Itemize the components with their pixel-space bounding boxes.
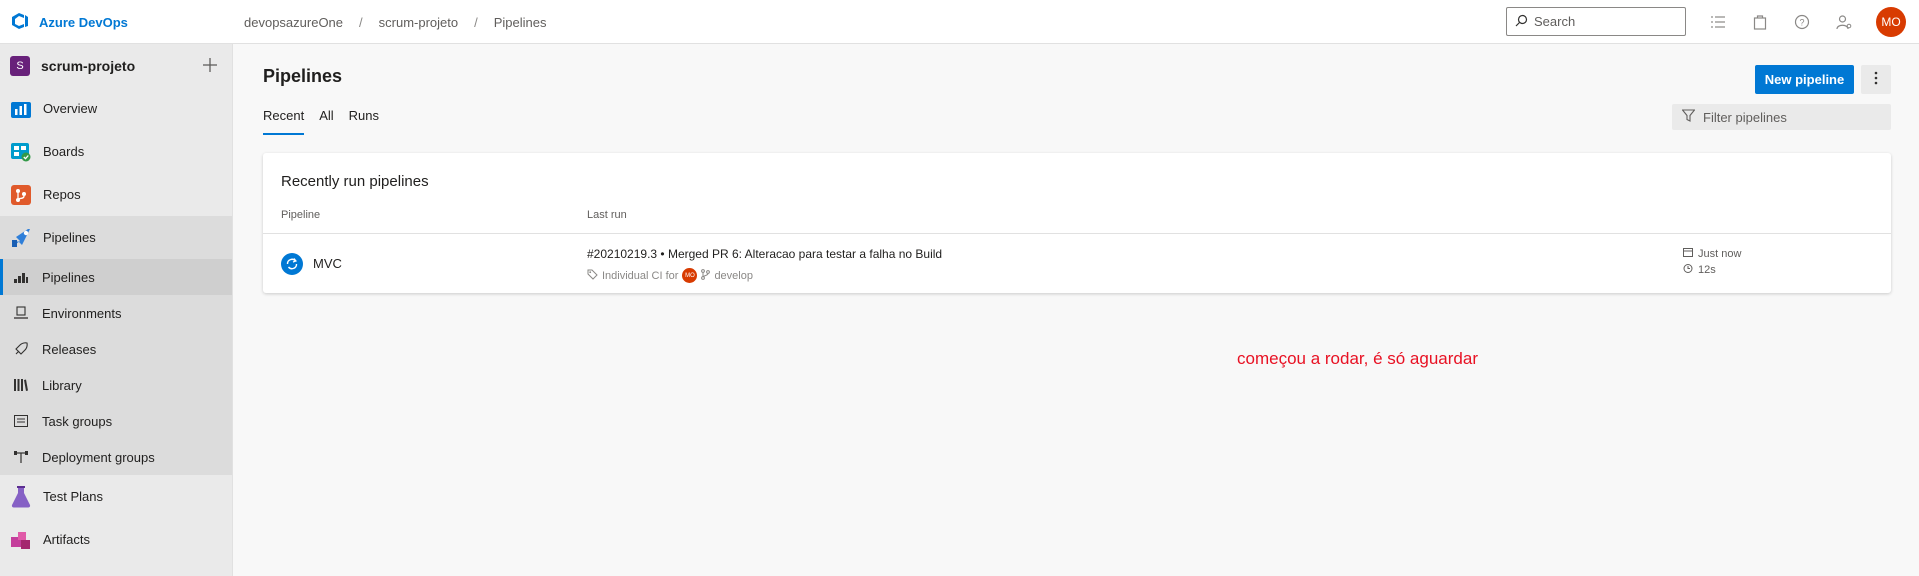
sidebar-subitem-pipelines[interactable]: Pipelines	[0, 259, 232, 295]
sidebar-item-pipelines[interactable]: Pipelines	[0, 216, 232, 259]
environments-icon	[13, 305, 29, 321]
sidebar-item-label: Test Plans	[43, 489, 103, 504]
more-actions-button[interactable]	[1861, 65, 1891, 94]
sidebar-item-artifacts[interactable]: Artifacts	[0, 518, 232, 561]
branch-name: develop	[714, 269, 753, 282]
project-name: scrum-projeto	[41, 57, 136, 74]
top-icons: ?	[1706, 0, 1856, 44]
azure-devops-logo-icon	[10, 11, 30, 34]
sidebar-subitem-environments[interactable]: Environments	[0, 295, 232, 331]
red-annotation-text: começou a rodar, é só aguardar	[1237, 349, 1478, 368]
test-plans-icon	[10, 485, 32, 508]
pipeline-running-icon	[281, 253, 303, 275]
filter-pipelines-input[interactable]: Filter pipelines	[1672, 104, 1891, 130]
deployment-groups-icon	[13, 449, 29, 465]
last-run-title[interactable]: #20210219.3 • Merged PR 6: Alteracao par…	[587, 247, 942, 261]
task-groups-icon	[13, 413, 29, 429]
sidebar-item-overview[interactable]: Overview	[0, 87, 232, 130]
sidebar-item-label: Repos	[43, 187, 81, 202]
overview-icon	[10, 98, 32, 120]
column-header-last-run: Last run	[587, 209, 627, 221]
sidebar-subitem-label: Deployment groups	[42, 449, 155, 465]
sidebar-item-repos[interactable]: Repos	[0, 173, 232, 216]
page-title: Pipelines	[263, 66, 343, 86]
trigger-text: Individual CI for	[602, 269, 679, 282]
sidebar-subitem-label: Releases	[42, 341, 97, 357]
breadcrumb: devopsazureOne / scrum-projeto / Pipelin…	[244, 0, 547, 44]
sidebar-subitem-task-groups[interactable]: Task groups	[0, 403, 232, 439]
breadcrumb-project[interactable]: scrum-projeto	[379, 15, 458, 30]
sidebar-subitem-label: Library	[42, 377, 82, 393]
more-vertical-icon	[1874, 71, 1878, 88]
pipeline-name[interactable]: MVC	[313, 256, 342, 271]
sidebar-item-label: Boards	[43, 144, 85, 159]
sidebar-item-label: Pipelines	[43, 230, 96, 245]
column-header-pipeline: Pipeline	[281, 209, 321, 221]
sidebar-item-boards[interactable]: Boards	[0, 130, 232, 173]
project-badge: S	[10, 55, 30, 76]
filter-icon	[1681, 109, 1696, 125]
user-settings-icon[interactable]	[1832, 10, 1856, 34]
svg-text:?: ?	[1799, 18, 1804, 28]
branch-icon	[701, 268, 711, 283]
brand-name: Azure DevOps	[39, 14, 128, 30]
pipelines-icon	[10, 227, 32, 249]
clock-icon	[1683, 263, 1693, 276]
breadcrumb-page[interactable]: Pipelines	[494, 15, 547, 30]
top-bar: Azure DevOps devopsazureOne / scrum-proj…	[0, 0, 1919, 44]
calendar-icon	[1683, 247, 1693, 260]
sidebar: S scrum-projeto Overview Boards Repos Pi…	[0, 44, 233, 576]
breadcrumb-organization[interactable]: devopsazureOne	[244, 15, 343, 30]
sidebar-subitem-library[interactable]: Library	[0, 367, 232, 403]
recent-pipelines-card: Recently run pipelines Pipeline Last run…	[263, 153, 1891, 293]
card-title: Recently run pipelines	[281, 173, 429, 190]
author-avatar: MO	[682, 268, 698, 283]
breadcrumb-separator: /	[359, 14, 363, 30]
sidebar-item-label: Overview	[43, 101, 98, 116]
run-when: Just now	[1698, 247, 1742, 260]
sidebar-item-test-plans[interactable]: Test Plans	[0, 475, 232, 518]
sidebar-subitem-label: Environments	[42, 305, 122, 321]
sidebar-group-pipelines: Pipelines Pipelines Environments Release…	[0, 216, 232, 475]
help-icon[interactable]: ?	[1790, 10, 1814, 34]
artifacts-icon	[10, 529, 32, 551]
task-list-icon[interactable]	[1706, 10, 1730, 34]
search-box[interactable]: Search	[1506, 7, 1686, 36]
library-icon	[13, 377, 29, 393]
add-icon[interactable]	[200, 55, 220, 75]
boards-icon	[10, 141, 32, 163]
repos-icon	[10, 184, 32, 206]
tab-recent[interactable]: Recent	[263, 108, 305, 135]
run-duration: 12s	[1698, 263, 1716, 276]
sidebar-item-label: Artifacts	[43, 532, 90, 547]
sidebar-subitem-label: Pipelines	[42, 269, 95, 285]
new-pipeline-button[interactable]: New pipeline	[1755, 65, 1854, 94]
last-run-meta: Individual CI for MO develop	[587, 268, 753, 283]
sidebar-subitem-releases[interactable]: Releases	[0, 331, 232, 367]
sidebar-subitem-label: Task groups	[42, 413, 113, 429]
releases-icon	[13, 341, 29, 357]
breadcrumb-separator: /	[474, 14, 478, 30]
table-row[interactable]: MVC #20210219.3 • Merged PR 6: Alteracao…	[263, 233, 1891, 293]
pipelines-sub-icon	[13, 269, 29, 285]
search-icon	[1515, 14, 1528, 30]
filter-placeholder: Filter pipelines	[1703, 109, 1787, 125]
sidebar-subitem-deployment-groups[interactable]: Deployment groups	[0, 439, 232, 475]
tab-runs[interactable]: Runs	[349, 108, 379, 135]
tag-icon	[587, 269, 598, 283]
search-placeholder: Search	[1534, 14, 1576, 29]
marketplace-bag-icon[interactable]	[1748, 10, 1772, 34]
user-avatar[interactable]: MO	[1876, 7, 1906, 37]
project-header[interactable]: S scrum-projeto	[0, 44, 232, 87]
tab-all[interactable]: All	[319, 108, 333, 135]
brand[interactable]: Azure DevOps	[10, 0, 128, 44]
run-timing: Just now 12s	[1683, 247, 1741, 276]
tab-bar: Recent All Runs	[263, 108, 379, 135]
